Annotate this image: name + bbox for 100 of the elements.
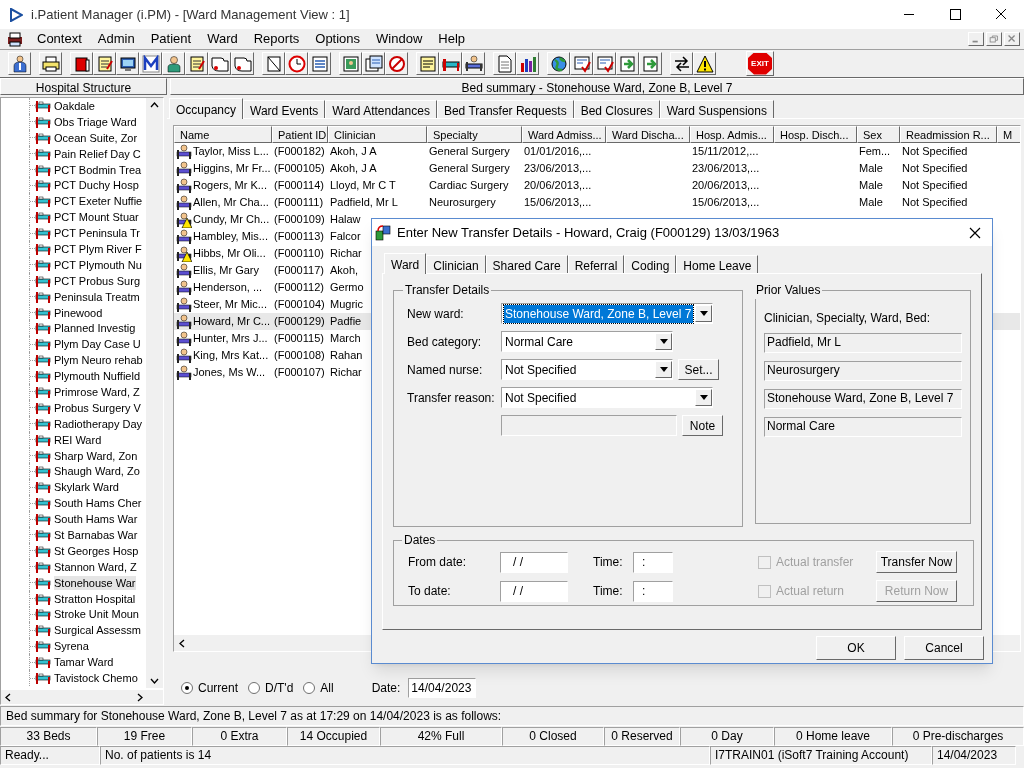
- readonly-field: Normal Care: [764, 417, 962, 437]
- table-cell-text: Steer, Mr Mic...: [193, 297, 267, 313]
- readonly-field: Padfield, Mr L: [764, 333, 962, 353]
- field-label: New ward:: [406, 305, 465, 323]
- table-cell-text: (F000109): [273, 212, 325, 228]
- table-cell-text: (F000105): [273, 161, 325, 177]
- table-cell-text: Fem...: [858, 144, 891, 160]
- field-label: Transfer reason:: [406, 389, 496, 407]
- table-cell-text: Akoh, J A: [329, 144, 377, 160]
- table-cell-text: (F000104): [273, 297, 325, 313]
- table-cell-text: General Surgery: [428, 161, 510, 177]
- status-count: 0 Reserved: [604, 727, 680, 746]
- status-count: 42% Full: [380, 727, 502, 746]
- group-title: Prior Values: [755, 282, 822, 299]
- table-cell-text: Rahan: [329, 348, 363, 364]
- status-panel: 14/04/2023: [932, 746, 1016, 765]
- status-count: 33 Beds: [0, 727, 97, 746]
- table-cell-text: Cundy, Mr Ch...: [193, 212, 270, 228]
- table-cell-text: 15/06/2013,...: [523, 195, 592, 211]
- field-label: Time:: [593, 583, 624, 600]
- table-cell-text: Not Specified: [901, 178, 968, 194]
- date-label: Date:: [371, 680, 401, 697]
- table-cell-text: Mugric: [329, 297, 363, 313]
- status-panel: I7TRAIN01 (iSoft7 Training Account): [710, 746, 932, 765]
- status-panel: No. of patients is 14: [100, 746, 710, 765]
- status-count: 0 Day: [680, 727, 774, 746]
- readonly-field: Neurosurgery: [764, 361, 962, 381]
- table-cell-text: Jones, Ms W...: [193, 365, 266, 381]
- table-cell-text: Richar: [329, 365, 362, 381]
- table-cell-text: Akoh, J A: [329, 161, 377, 177]
- table-cell-text: (F000115): [273, 331, 324, 347]
- table-cell-text: Rogers, Mr K...: [193, 178, 267, 194]
- field-label: Time:: [593, 554, 624, 571]
- dialog-title: Enter New Transfer Details - Howard, Craig (F000129) 13/03/1963: [397, 223, 780, 242]
- readonly-field: Stonehouse Ward, Zone B, Level 7: [764, 389, 962, 409]
- table-cell-text: Allen, Mr Cha...: [193, 195, 269, 211]
- table-cell-text: Richar: [329, 246, 362, 262]
- table-cell-text: Padfield, Mr L: [329, 195, 398, 211]
- table-cell-text: Hibbs, Mr Oli...: [193, 246, 266, 262]
- table-cell-text: 23/06/2013,...: [523, 161, 592, 177]
- table-cell-text: Ellis, Mr Gary: [193, 263, 259, 279]
- table-cell-text: Neurosurgery: [428, 195, 496, 211]
- status-panel: Ready...: [0, 746, 100, 765]
- table-cell-text: Lloyd, Mr C T: [329, 178, 396, 194]
- table-cell-text: Taylor, Miss L...: [193, 144, 269, 160]
- checkbox-label: Actual return: [776, 583, 846, 600]
- status-count: 19 Free: [97, 727, 192, 746]
- table-cell-text: (F000114): [273, 178, 324, 194]
- panel-header: Bed summary - Stonehouse Ward, Zone B, Level 7: [170, 78, 1024, 95]
- table-cell-text: Hambley, Mis...: [193, 229, 268, 245]
- panel-header: Hospital Structure: [0, 78, 167, 95]
- table-cell-text: Male: [858, 161, 883, 177]
- table-cell-text: (F000129): [273, 314, 325, 330]
- table-cell-text: Hunter, Mrs J...: [193, 331, 268, 347]
- table-cell-text: Falcor: [329, 229, 361, 245]
- status-count: 0 Home leave: [774, 727, 892, 746]
- table-cell-text: Germo: [329, 280, 364, 296]
- table-cell-text: 23/06/2013,...: [691, 161, 760, 177]
- status-message: Bed summary for Stonehouse Ward, Zone B, Level 7 as at 17:29 on 14/04/2023 is as follows:: [0, 706, 1024, 726]
- table-cell-text: Halaw: [329, 212, 361, 228]
- table-cell-text: (F000112): [273, 280, 324, 296]
- field-label: To date:: [408, 583, 452, 600]
- table-cell-text: (F000113): [273, 229, 324, 245]
- table-cell-text: 20/06/2013,...: [523, 178, 592, 194]
- table-cell-text: 15/11/2012,...: [691, 144, 759, 160]
- table-cell-text: Cardiac Surgery: [428, 178, 509, 194]
- table-cell-text: Padfie: [329, 314, 362, 330]
- table-cell-text: (F000108): [273, 348, 325, 364]
- group-title: Dates: [403, 532, 437, 549]
- table-cell-text: Not Specified: [901, 144, 968, 160]
- table-cell-text: Henderson, ...: [193, 280, 263, 296]
- field-label: Bed category:: [406, 333, 483, 351]
- status-count: 0 Extra: [192, 727, 287, 746]
- table-cell-text: March: [329, 331, 361, 347]
- field-label: From date:: [408, 554, 468, 571]
- field-label: Named nurse:: [406, 361, 484, 379]
- table-cell-text: (F000117): [273, 263, 324, 279]
- table-cell-text: Not Specified: [901, 195, 968, 211]
- table-cell-text: (F000111): [273, 195, 324, 211]
- group-title: Transfer Details: [404, 282, 491, 299]
- table-cell-text: 01/01/2016,...: [523, 144, 592, 160]
- table-cell-text: Male: [858, 195, 883, 211]
- table-cell-text: Higgins, Mr Fr...: [193, 161, 271, 177]
- table-cell-text: 20/06/2013,...: [691, 178, 760, 194]
- table-cell-text: 15/06/2013,...: [691, 195, 760, 211]
- caption-text: Clinician, Specialty, Ward, Bed:: [764, 310, 932, 327]
- status-count: 14 Occupied: [287, 727, 380, 746]
- table-cell-text: Male: [858, 178, 883, 194]
- checkbox-label: Actual transfer: [776, 554, 855, 571]
- window-title: i.Patient Manager (i.PM) - [Ward Management View : 1]: [31, 5, 350, 24]
- table-cell-text: General Surgery: [428, 144, 510, 160]
- status-count: 0 Closed: [502, 727, 604, 746]
- table-cell-text: (F000110): [273, 246, 324, 262]
- table-cell-text: Akoh,: [329, 263, 359, 279]
- table-cell-text: (F000182): [273, 144, 325, 160]
- table-cell-text: Howard, Mr C...: [193, 314, 270, 330]
- table-cell-text: (F000107): [273, 365, 325, 381]
- status-count: 0 Pre-discharges: [892, 727, 1024, 746]
- table-cell-text: King, Mrs Kat...: [193, 348, 269, 364]
- table-cell-text: Not Specified: [901, 161, 968, 177]
